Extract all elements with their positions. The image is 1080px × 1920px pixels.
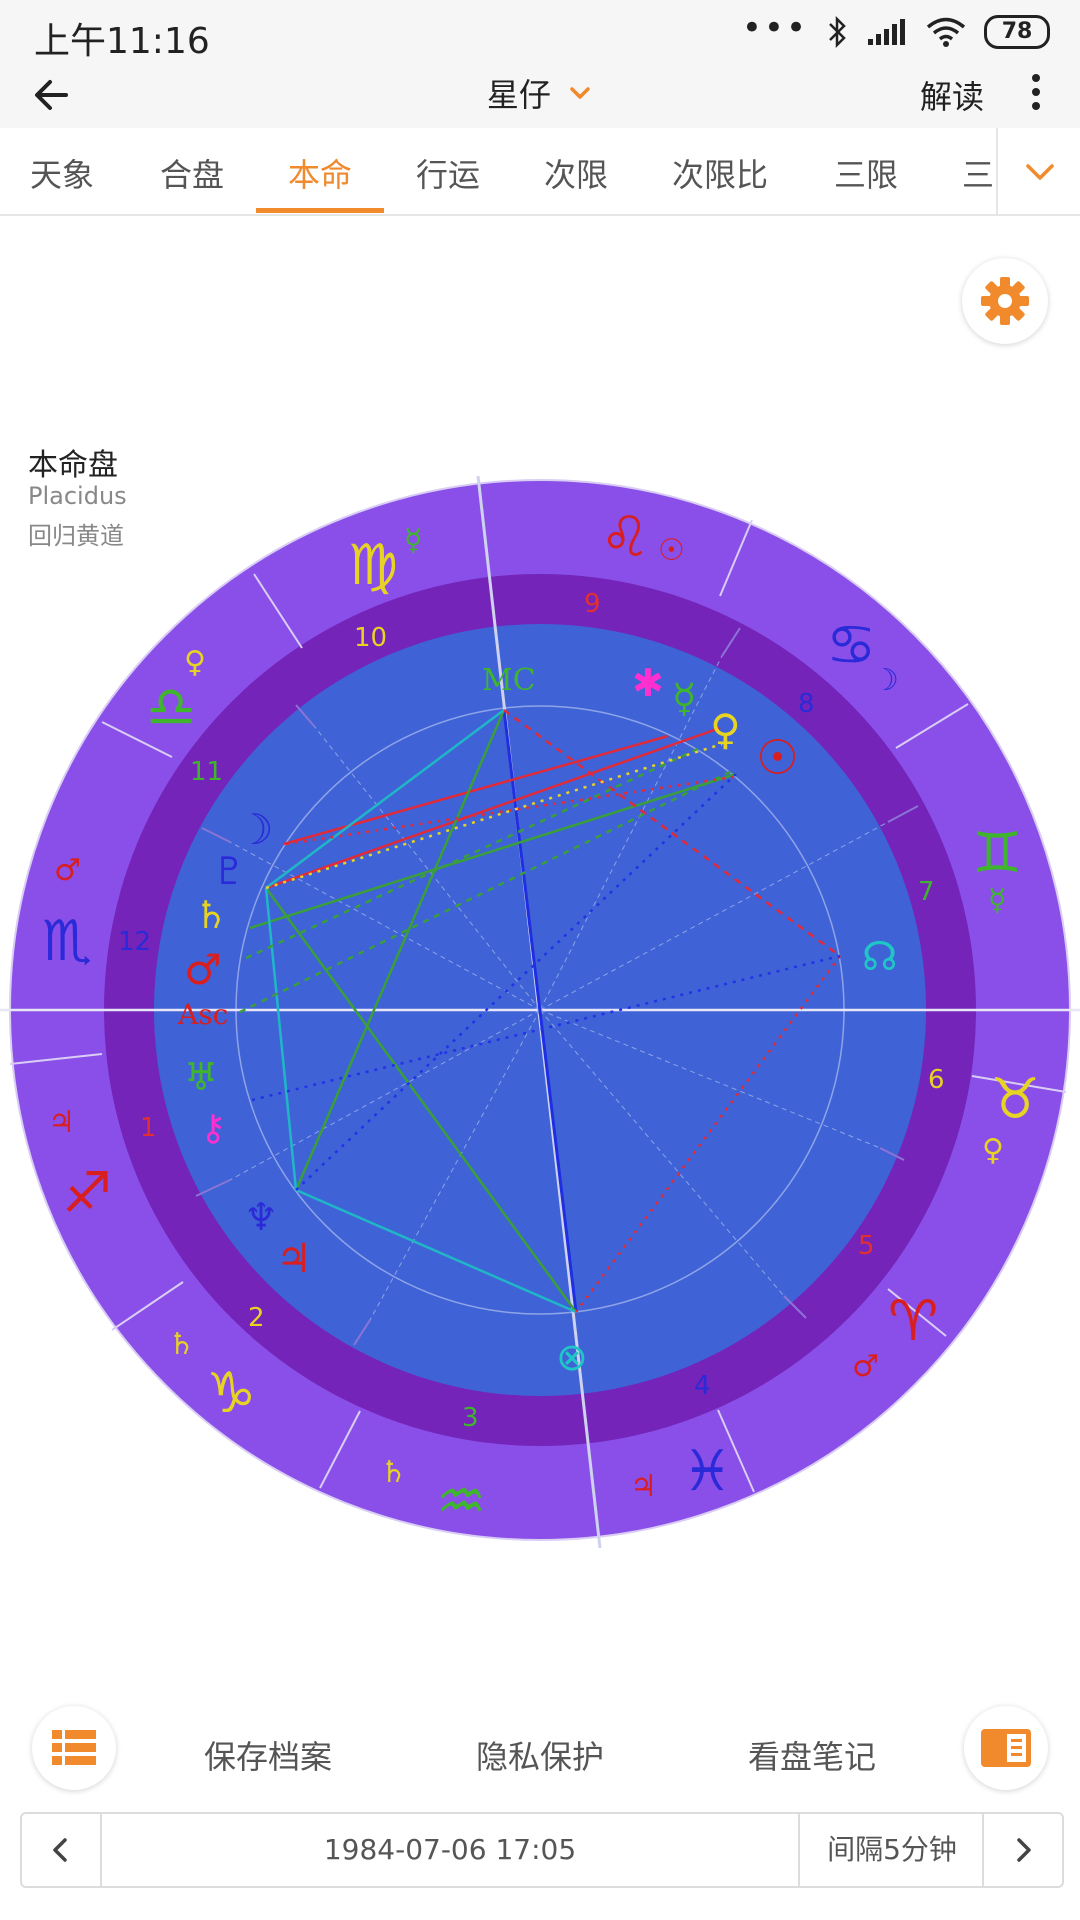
- house-number: 2: [248, 1303, 265, 1333]
- pluto-icon: ♇: [212, 849, 246, 893]
- house-number: 1: [140, 1113, 157, 1143]
- mercury-icon: ☿: [988, 883, 1006, 918]
- bluetooth-icon: [829, 15, 846, 49]
- next-time-button[interactable]: [982, 1814, 1062, 1886]
- chiron-icon: ⚷: [200, 1108, 226, 1149]
- aries-sign-icon: ♈: [888, 1289, 938, 1354]
- mars-icon: ♂: [54, 853, 81, 888]
- list-icon: [52, 1730, 96, 1765]
- tab-tianxiang[interactable]: 天象: [30, 150, 94, 196]
- tab-progression-compare[interactable]: 次限比: [672, 150, 768, 196]
- part-of-fortune-icon: ⊗: [556, 1335, 588, 1379]
- chart-list-button[interactable]: [32, 1706, 116, 1790]
- gemini-sign-icon: ♊: [972, 821, 1022, 886]
- house-number: 5: [858, 1231, 875, 1261]
- interpret-button[interactable]: 解读: [920, 72, 984, 118]
- previous-time-button[interactable]: [22, 1814, 102, 1886]
- tab-progression[interactable]: 次限: [544, 150, 608, 196]
- house-number: 6: [928, 1065, 945, 1095]
- mars-icon: ♂: [852, 1349, 879, 1384]
- status-time: 上午11:16: [34, 21, 210, 62]
- tab-hepan[interactable]: 合盘: [160, 150, 224, 196]
- sun-icon: ☉: [658, 533, 685, 568]
- gear-icon: [981, 277, 1029, 325]
- wifi-icon: [926, 17, 966, 47]
- chart-notes-button[interactable]: 看盘笔记: [748, 1732, 876, 1778]
- tab-tertiary[interactable]: 三限: [834, 150, 898, 196]
- app-bar: 星仔 解读: [0, 62, 1080, 128]
- chevron-left-icon: [53, 1838, 67, 1862]
- neptune-icon: ♆: [244, 1195, 278, 1239]
- settings-button[interactable]: [962, 258, 1048, 344]
- leo-sign-icon: ♌: [600, 505, 650, 570]
- mercury-icon: ☿: [404, 523, 422, 558]
- tab-partial[interactable]: 三: [962, 150, 994, 196]
- book-icon: [981, 1729, 1031, 1767]
- chevron-down-icon: [570, 87, 590, 99]
- jupiter-icon: ♃: [48, 1105, 75, 1140]
- jupiter-icon: ♃: [630, 1469, 657, 1504]
- asc-label: Asc: [177, 998, 228, 1031]
- mc-label: MC: [482, 663, 536, 698]
- reading-panel-button[interactable]: [964, 1706, 1048, 1790]
- house-number: 12: [118, 927, 151, 957]
- taurus-sign-icon: ♉: [990, 1067, 1040, 1132]
- signal-icon: [868, 19, 905, 45]
- pisces-sign-icon: ♓: [682, 1439, 732, 1504]
- venus-icon: ♀: [184, 645, 206, 680]
- moon-icon: ☽: [236, 805, 274, 854]
- house-number: 8: [798, 689, 815, 719]
- sun-icon: ☉: [756, 730, 799, 786]
- tab-natal[interactable]: 本命: [288, 150, 352, 196]
- birth-datetime[interactable]: 1984-07-06 17:05: [102, 1814, 800, 1886]
- tab-transit[interactable]: 行运: [416, 150, 480, 196]
- active-tab-indicator: [256, 208, 384, 213]
- time-interval-selector[interactable]: 间隔5分钟: [800, 1814, 984, 1886]
- natal-chart-wheel[interactable]: 1 2 3 4 5 6 7 8 9 10 11 12 MC Asc ♈ ♉ ♊ …: [0, 460, 1080, 1600]
- privacy-button[interactable]: 隐私保护: [476, 1732, 604, 1778]
- battery-indicator: 78: [984, 15, 1050, 49]
- virgo-sign-icon: ♍: [348, 533, 398, 598]
- notification-dots-icon: •••: [741, 8, 808, 48]
- libra-sign-icon: ♎: [146, 675, 196, 740]
- house-number: 4: [694, 1371, 711, 1401]
- status-bar: 上午11:16 ••• 78: [0, 0, 1080, 62]
- sagittarius-sign-icon: ♐: [62, 1161, 112, 1226]
- mars-icon: ♂: [184, 945, 222, 994]
- scorpio-sign-icon: ♏: [42, 909, 92, 974]
- more-vertical-icon[interactable]: [1026, 68, 1046, 118]
- juno-icon: ✱: [632, 661, 664, 705]
- saturn-icon: ♄: [168, 1327, 195, 1362]
- chevron-down-icon: [1026, 164, 1054, 180]
- house-number: 3: [462, 1403, 479, 1433]
- moon-icon: ☽: [872, 663, 899, 698]
- capricorn-sign-icon: ♑: [206, 1361, 256, 1426]
- status-icons: ••• 78: [741, 8, 1050, 50]
- venus-icon: ♀: [982, 1133, 1004, 1168]
- page-title: 星仔: [486, 76, 551, 114]
- house-number: 9: [584, 589, 601, 619]
- cancer-sign-icon: ♋: [826, 613, 876, 678]
- profile-selector[interactable]: 星仔: [0, 70, 1080, 116]
- chart-type-tabs: 天象 合盘 本命 行运 次限 次限比 三限 三: [0, 128, 1080, 216]
- jupiter-icon: ♃: [276, 1236, 312, 1282]
- mercury-icon: ☿: [672, 676, 697, 722]
- chevron-right-icon: [1017, 1838, 1031, 1862]
- saturn-icon: ♄: [194, 893, 228, 937]
- venus-icon: ♀: [710, 705, 741, 754]
- house-number: 10: [354, 623, 387, 653]
- saturn-icon: ♄: [380, 1455, 407, 1490]
- house-number: 11: [190, 757, 223, 787]
- house-number: 7: [918, 877, 935, 907]
- date-navigator: 1984-07-06 17:05 间隔5分钟: [20, 1812, 1064, 1888]
- uranus-icon: ♅: [184, 1055, 218, 1099]
- save-profile-button[interactable]: 保存档案: [204, 1732, 332, 1778]
- aquarius-sign-icon: ♒: [436, 1469, 486, 1534]
- north-node-icon: ☊: [862, 934, 898, 980]
- tabs-expand-button[interactable]: [996, 128, 1080, 214]
